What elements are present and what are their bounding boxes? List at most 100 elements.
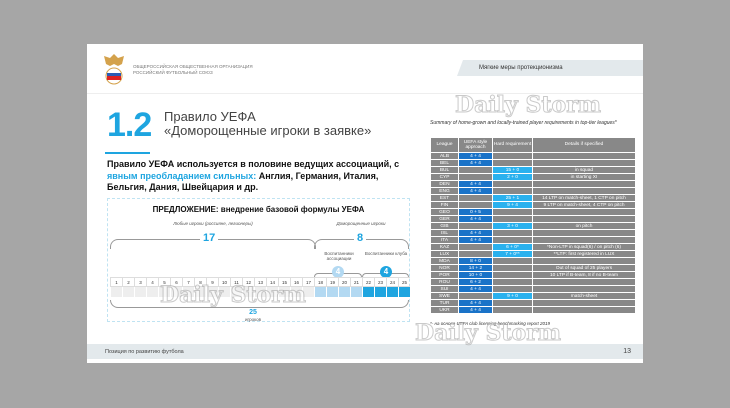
slot-fill: [182, 287, 194, 297]
title-underline: [105, 152, 150, 154]
table-cell: [532, 229, 636, 237]
slot-number: 14: [266, 277, 278, 287]
table-cell: 14 LTP on match-sheet, 1 CTP on pitch: [532, 194, 636, 202]
table-cell: ISL: [430, 229, 459, 237]
club-label: Воспитанники клуба: [364, 251, 408, 256]
table-row: TUR 4 + 4: [430, 299, 636, 307]
table-cell: FIN: [430, 201, 459, 209]
table-row: ISL 4 + 4: [430, 229, 636, 237]
table-cell: [492, 229, 533, 237]
slot-fill: [362, 287, 374, 297]
table-cell: on pitch: [532, 222, 636, 230]
player-slot: 15: [278, 277, 290, 297]
requirements-table: League UEFA style approach Hard requirem…: [430, 137, 636, 314]
table-cell: 25 + 1: [492, 194, 533, 202]
table-cell: [492, 180, 533, 188]
slot-number: 19: [326, 277, 338, 287]
homegrown-count: 8: [354, 232, 367, 244]
table-cell: 9 + 4: [492, 201, 533, 209]
table-cell: 4 + 4: [458, 180, 493, 188]
slot-number: 4: [146, 277, 158, 287]
table-cell: [492, 236, 533, 244]
table-cell: [458, 201, 493, 209]
table-row: NOR 14 + 2 Out of squad of 25 players: [430, 264, 636, 272]
any-players-label: Любые игроки (россияне, легионеры): [173, 221, 253, 226]
slot-fill: [278, 287, 290, 297]
table-cell: [532, 257, 636, 265]
table-cell: 4 + 4: [458, 285, 493, 293]
table-cell: [532, 187, 636, 195]
table-cell: 0 + 5: [458, 208, 493, 216]
slot-number: 1: [110, 277, 122, 287]
table-cell: 6 + 2: [458, 278, 493, 286]
table-row: ENG 4 + 4: [430, 187, 636, 195]
homegrown-label: Доморощенные игроки: [336, 221, 386, 226]
table-cell: NOR: [430, 264, 459, 272]
table-row: ROU 6 + 2: [430, 278, 636, 286]
table-row: SUI 4 + 4: [430, 285, 636, 293]
slot-number: 20: [338, 277, 350, 287]
slot-number: 24: [386, 277, 398, 287]
table-row: DEN 4 + 4: [430, 180, 636, 188]
table-cell: [492, 187, 533, 195]
assoc-label: Воспитанники ассоциации: [324, 251, 354, 261]
table-cell: UKR: [430, 306, 459, 314]
formula-diagram: ПРЕДЛОЖЕНИЕ: внедрение базовой формулы У…: [107, 198, 410, 322]
table-cell: 10 LTP if B-team, 8 if no B-team: [532, 271, 636, 279]
table-cell: 4 + 4: [458, 152, 493, 160]
table-cell: [492, 159, 533, 167]
table-cell: [492, 299, 533, 307]
player-slot: 23: [374, 277, 386, 297]
table-cell: 9 + 0: [492, 292, 533, 300]
player-slot: 10: [218, 277, 230, 297]
table-cell: [492, 152, 533, 160]
slot-number: 18: [314, 277, 326, 287]
slot-fill: [206, 287, 218, 297]
table-cell: 6 + 0*: [492, 243, 533, 251]
table-cell: ALB: [430, 152, 459, 160]
table-cell: CYP: [430, 173, 459, 181]
table-cell: BEL: [430, 159, 459, 167]
slot-fill: [374, 287, 386, 297]
table-cell: 14 + 2: [458, 264, 493, 272]
slot-number: 12: [242, 277, 254, 287]
slot-number: 10: [218, 277, 230, 287]
table-cell: SWE: [430, 292, 459, 300]
table-cell: match-sheet: [532, 292, 636, 300]
table-cell: 9 LTP on match-sheet, 4 CTP on pitch: [532, 201, 636, 209]
table-cell: 4 + 4: [458, 306, 493, 314]
table-row: UKR 4 + 4: [430, 306, 636, 314]
description: Правило УЕФА используется в половине вед…: [107, 159, 400, 192]
table-cell: BUL: [430, 166, 459, 174]
table-cell: 3 + 0: [492, 222, 533, 230]
slot-fill: [218, 287, 230, 297]
table-cell: [532, 180, 636, 188]
table-row: SWE 9 + 0 match-sheet: [430, 292, 636, 300]
player-slot: 3: [134, 277, 146, 297]
player-slot: 17: [302, 277, 314, 297]
table-cell: [532, 208, 636, 216]
table-cell: [492, 215, 533, 223]
player-slot: 24: [386, 277, 398, 297]
table-cell: [532, 299, 636, 307]
slot-fill: [266, 287, 278, 297]
slot-number: 2: [122, 277, 134, 287]
table-caption: Summary of home-grown and locally-traine…: [430, 120, 617, 126]
table-cell: [492, 257, 533, 265]
table-row: ALB 4 + 4: [430, 152, 636, 160]
slot-number: 8: [194, 277, 206, 287]
table-cell: 4 + 4: [458, 299, 493, 307]
table-cell: 8 + 0: [458, 257, 493, 265]
table-cell: GER: [430, 215, 459, 223]
col-header: League: [430, 137, 459, 153]
table-cell: [458, 292, 493, 300]
slot-fill: [326, 287, 338, 297]
footer-text: Позиция по развитию футбола: [105, 349, 184, 355]
slide: ОБЩЕРОССИЙСКАЯ ОБЩЕСТВЕННАЯ ОРГАНИЗАЦИЯ Р…: [87, 44, 643, 363]
table-cell: LUX: [430, 250, 459, 258]
table-row: LUX 7 + 0** **LTP: first registered in LUX: [430, 250, 636, 258]
slot-number: 9: [206, 277, 218, 287]
player-slot: 13: [254, 277, 266, 297]
table-cell: DEN: [430, 180, 459, 188]
slot-fill: [314, 287, 326, 297]
